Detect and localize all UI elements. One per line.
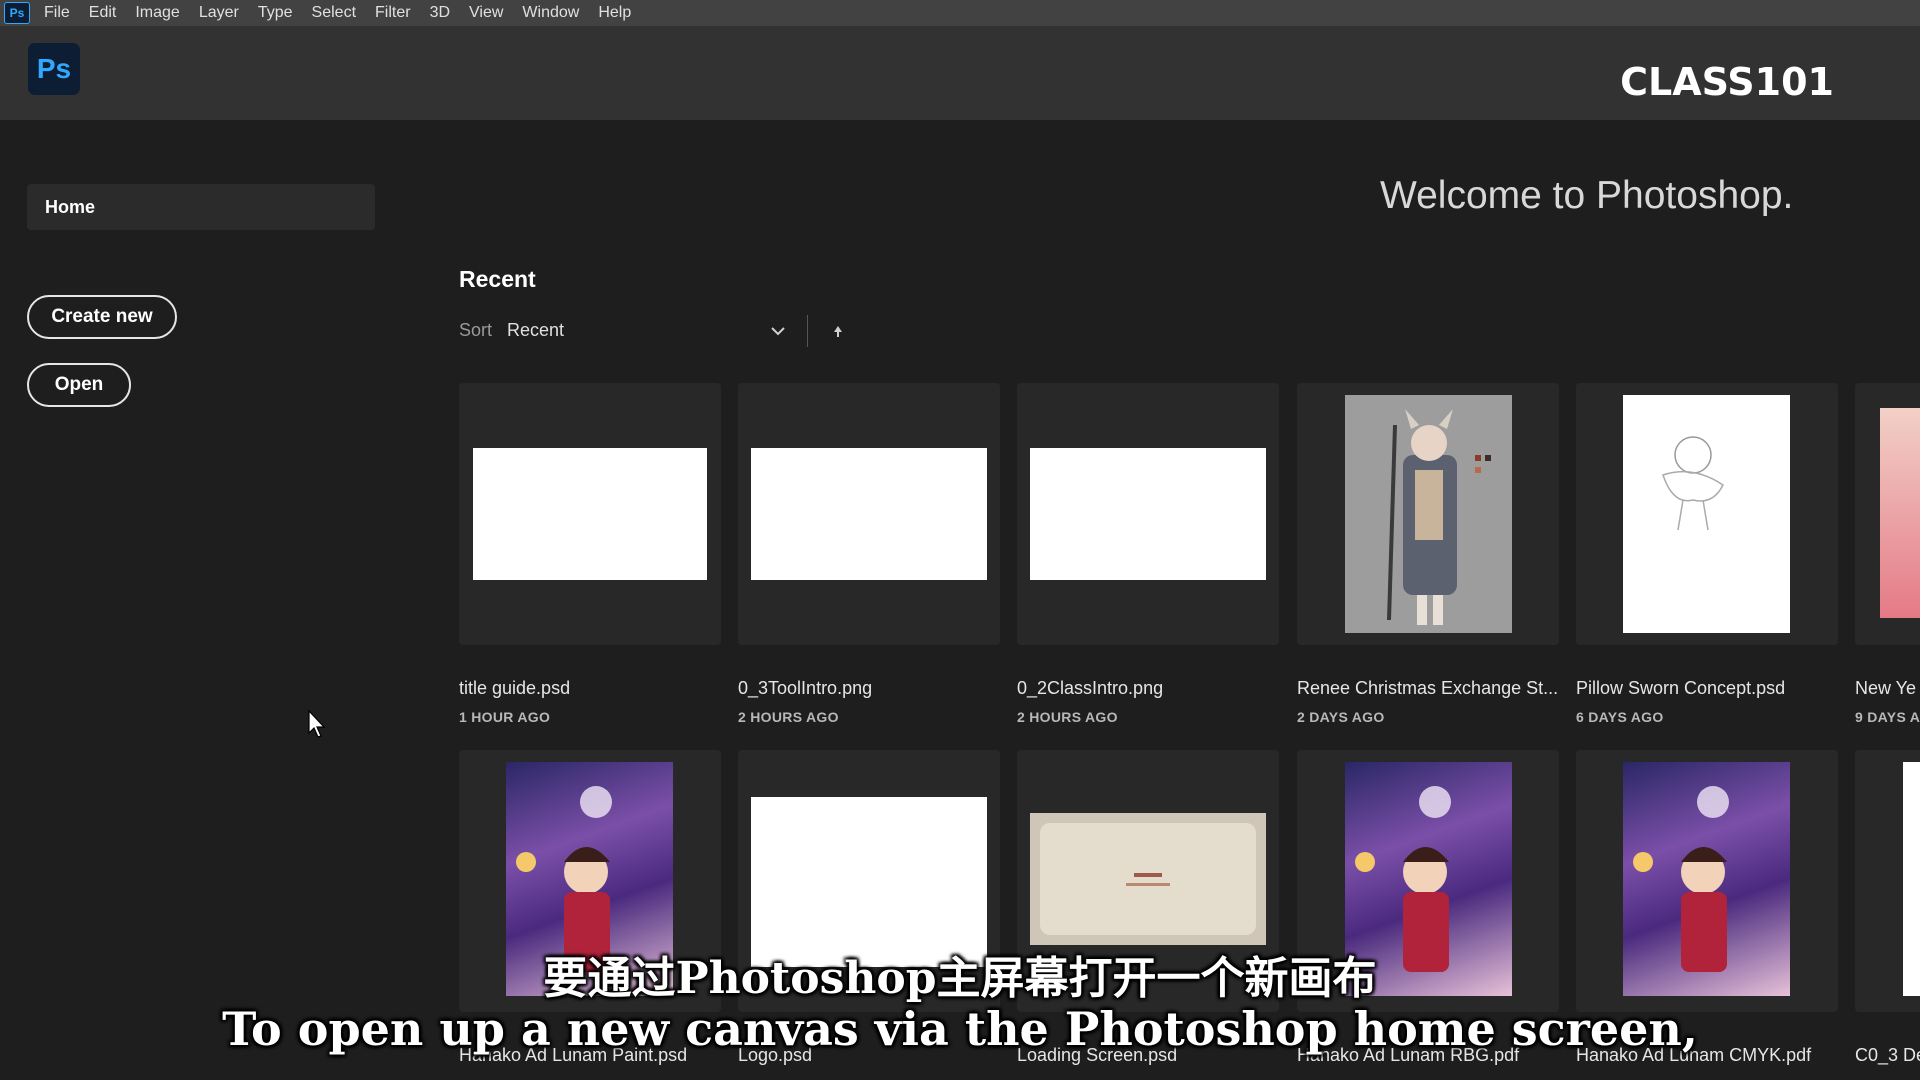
menu-window[interactable]: Window	[522, 3, 579, 23]
menu-view[interactable]: View	[469, 3, 503, 23]
file-time: 1 HOUR AGO	[459, 709, 551, 725]
file-thumbnail	[1345, 395, 1512, 633]
menu-filter[interactable]: Filter	[375, 3, 411, 23]
subtitle-chinese: 要通过Photoshop主屏幕打开一个新画布	[543, 953, 1377, 1004]
loading-artwork	[1040, 823, 1256, 935]
file-name[interactable]: Pillow Sworn Concept.psd	[1576, 678, 1838, 699]
app-icon[interactable]: Ps	[4, 2, 30, 24]
file-time: 9 DAYS AG	[1855, 709, 1920, 725]
file-name[interactable]: title guide.psd	[459, 678, 721, 699]
file-time: 6 DAYS AGO	[1576, 709, 1664, 725]
sort-divider	[807, 315, 808, 347]
file-thumbnail	[1030, 448, 1266, 580]
class101-watermark: CLASS101	[1620, 60, 1834, 104]
menu-file[interactable]: File	[44, 3, 70, 23]
file-time: 2 DAYS AGO	[1297, 709, 1385, 725]
menu-edit[interactable]: Edit	[89, 3, 117, 23]
file-name[interactable]: 0_2ClassIntro.png	[1017, 678, 1279, 699]
menu-bar: Ps File Edit Image Layer Type Select Fil…	[0, 0, 1920, 26]
file-thumbnail	[1030, 813, 1266, 945]
mouse-cursor-icon	[308, 710, 326, 738]
sort-direction-arrow-up-icon[interactable]	[828, 320, 848, 342]
menu-3d[interactable]: 3D	[430, 3, 450, 23]
create-new-button[interactable]: Create new	[27, 295, 177, 339]
character-illustration	[1387, 409, 1491, 625]
sort-label: Sort	[459, 320, 493, 340]
file-card-tool-intro[interactable]	[738, 383, 1000, 645]
file-card-new-year[interactable]	[1855, 383, 1920, 645]
file-thumbnail	[473, 448, 707, 580]
subtitle-english: To open up a new canvas via the Photosho…	[222, 1002, 1698, 1056]
file-card-pillow-sworn[interactable]	[1576, 383, 1838, 645]
recent-heading: Recent	[459, 266, 536, 292]
file-name[interactable]: Renee Christmas Exchange St...	[1297, 678, 1559, 699]
file-name[interactable]: 0_3ToolIntro.png	[738, 678, 1000, 699]
file-card-title-guide[interactable]	[459, 383, 721, 645]
file-time: 2 HOURS AGO	[738, 709, 839, 725]
sort-dropdown[interactable]: Recent	[507, 320, 564, 341]
open-button[interactable]: Open	[27, 363, 131, 407]
welcome-heading: Welcome to Photoshop.	[1380, 174, 1794, 217]
sidebar-item-home[interactable]: Home	[27, 184, 375, 230]
menu-image[interactable]: Image	[135, 3, 179, 23]
file-thumbnail	[751, 448, 987, 580]
menu-select[interactable]: Select	[312, 3, 356, 23]
sketch-drawing	[1662, 436, 1724, 531]
chevron-down-icon[interactable]	[767, 320, 789, 342]
file-thumbnail	[1623, 395, 1790, 633]
menu-type[interactable]: Type	[258, 3, 293, 23]
file-time: 2 HOURS AGO	[1017, 709, 1118, 725]
file-card-class-intro[interactable]	[1017, 383, 1279, 645]
app-header: Ps CLASS101	[0, 26, 1920, 120]
file-card-renee-christmas[interactable]	[1297, 383, 1559, 645]
photoshop-logo: Ps	[28, 43, 80, 95]
file-thumbnail	[1880, 408, 1920, 618]
menu-layer[interactable]: Layer	[199, 3, 239, 23]
menu-help[interactable]: Help	[598, 3, 631, 23]
file-name[interactable]: New Ye	[1855, 678, 1920, 699]
